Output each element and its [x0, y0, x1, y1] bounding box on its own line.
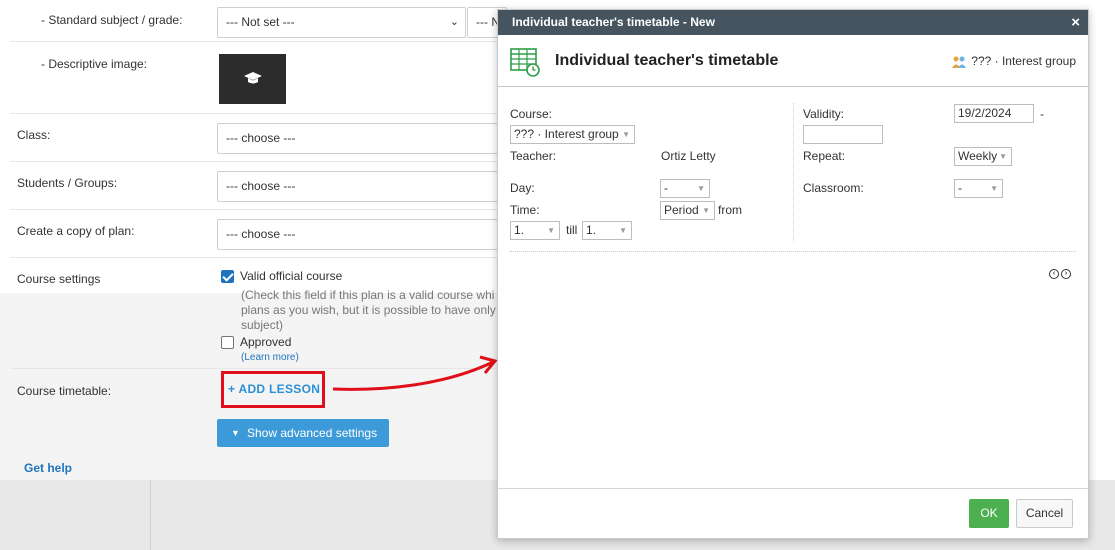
ok-button[interactable]: OK	[969, 499, 1009, 528]
course-select[interactable]: ??? · Interest group ▼	[510, 125, 635, 144]
class-select[interactable]: --- choose ---	[217, 123, 507, 154]
navigation-arrows: ‹ ›	[1049, 264, 1073, 279]
dialog-footer: OK Cancel	[498, 488, 1088, 539]
group-icon	[952, 56, 967, 68]
caret-down-icon: ▼	[622, 130, 630, 139]
individual-timetable-dialog: Individual teacher's timetable - New × I…	[497, 9, 1089, 539]
get-help-link[interactable]: Get help	[24, 461, 72, 475]
show-advanced-settings-button[interactable]: ▼ Show advanced settings	[217, 419, 389, 447]
time-label: Time:	[510, 203, 540, 217]
course-settings-label: Course settings	[17, 272, 101, 286]
learn-more-link[interactable]: (Learn more)	[241, 352, 299, 363]
close-icon[interactable]: ×	[1071, 10, 1080, 35]
arrow-right-icon[interactable]: ›	[1061, 269, 1071, 279]
cancel-button[interactable]: Cancel	[1016, 499, 1073, 528]
classroom-label: Classroom:	[803, 181, 864, 195]
till-label: till	[566, 223, 578, 237]
dialog-title-bar: Individual teacher's timetable - New ×	[498, 10, 1088, 35]
caret-down-icon: ▼	[702, 206, 710, 215]
validity-label: Validity:	[803, 107, 845, 121]
standard-subject-label: - Standard subject / grade:	[41, 13, 183, 27]
caret-down-icon: ▼	[547, 226, 555, 235]
students-groups-select[interactable]: --- choose ---	[217, 171, 507, 202]
course-label: Course:	[510, 107, 553, 121]
classroom-select[interactable]: - ▼	[954, 179, 1003, 198]
teacher-label: Teacher:	[510, 149, 557, 163]
teacher-value: Ortiz Letty	[661, 149, 716, 163]
validity-end-input[interactable]	[803, 125, 883, 144]
descriptive-image-thumbnail[interactable]	[219, 54, 286, 104]
dialog-header: Individual teacher's timetable ??? · Int…	[498, 35, 1088, 87]
course-timetable-label: Course timetable:	[17, 384, 112, 398]
chevron-down-icon: ⌄	[449, 16, 459, 28]
approved-checkbox[interactable]	[221, 336, 234, 349]
dialog-heading: Individual teacher's timetable	[555, 52, 779, 69]
valid-official-course-label: Valid official course	[240, 269, 343, 283]
interest-group-info: ??? · Interest group	[951, 54, 1076, 69]
class-label: Class:	[17, 128, 51, 142]
caret-down-icon: ▼	[999, 152, 1007, 161]
arrow-left-icon[interactable]: ‹	[1049, 269, 1059, 279]
time-mode-select[interactable]: Period ▼	[660, 201, 715, 220]
timetable-icon	[510, 48, 540, 77]
dialog-title: Individual teacher's timetable - New	[512, 15, 715, 29]
caret-down-icon: ▼	[990, 184, 998, 193]
copy-plan-select[interactable]: --- choose ---	[217, 219, 507, 250]
valid-official-course-checkbox[interactable]	[221, 270, 234, 283]
graduation-cap-icon	[243, 72, 262, 84]
descriptive-image-label: - Descriptive image:	[41, 57, 148, 71]
validity-dash: -	[1040, 107, 1044, 121]
validity-start-input[interactable]: 19/2/2024	[954, 104, 1034, 123]
from-label: from	[718, 203, 742, 217]
valid-official-course-help: (Check this field if this plan is a vali…	[241, 288, 496, 332]
caret-down-icon: ▼	[619, 226, 627, 235]
caret-down-icon: ▼	[231, 428, 240, 438]
standard-subject-select[interactable]: --- Not set --- ⌄	[217, 7, 466, 38]
annotation-arrow	[332, 355, 498, 391]
copy-plan-label: Create a copy of plan:	[17, 224, 135, 238]
approved-label: Approved	[240, 335, 292, 349]
time-till-select[interactable]: 1. ▼	[582, 221, 632, 240]
day-select[interactable]: - ▼	[660, 179, 710, 198]
caret-down-icon: ▼	[697, 184, 705, 193]
day-label: Day:	[510, 181, 535, 195]
students-groups-label: Students / Groups:	[17, 176, 118, 190]
repeat-label: Repeat:	[803, 149, 846, 163]
time-from-select[interactable]: 1. ▼	[510, 221, 560, 240]
add-lesson-button[interactable]: + ADD LESSON	[228, 382, 320, 396]
repeat-select[interactable]: Weekly ▼	[954, 147, 1012, 166]
